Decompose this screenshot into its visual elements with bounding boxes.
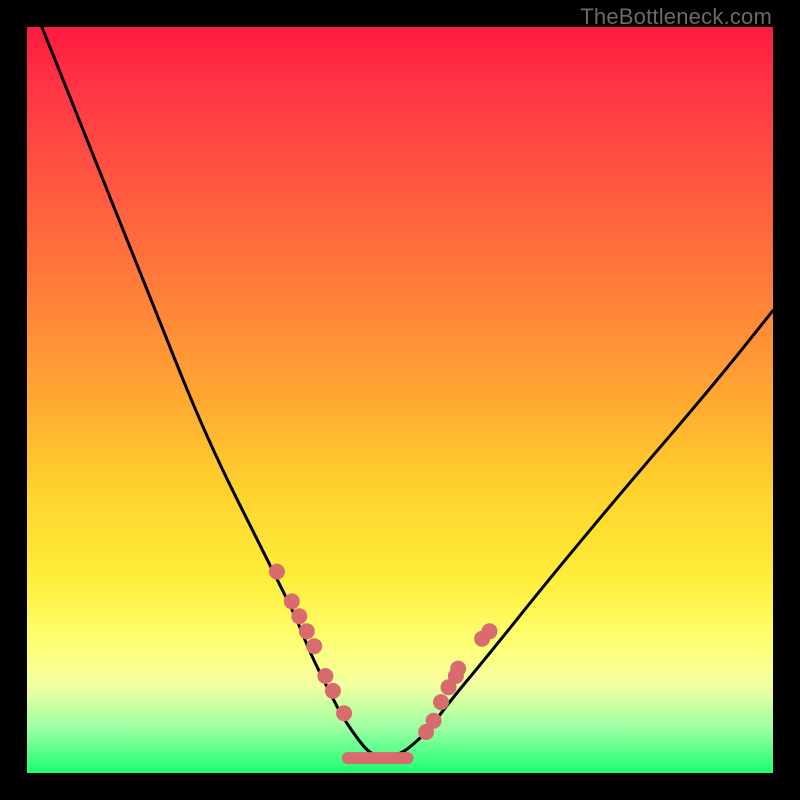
curve-marker-dot bbox=[291, 608, 307, 624]
curve-marker-dot bbox=[450, 661, 466, 677]
curve-marker-dot bbox=[284, 593, 300, 609]
chart-svg bbox=[27, 27, 773, 773]
curve-marker-dot bbox=[299, 623, 315, 639]
curve-marker-dot bbox=[325, 683, 341, 699]
chart-stage: TheBottleneck.com bbox=[0, 0, 800, 800]
curve-marker-dot bbox=[482, 623, 498, 639]
curve-marker-dot bbox=[317, 668, 333, 684]
curve-markers-group bbox=[269, 564, 498, 740]
curve-marker-dot bbox=[426, 713, 442, 729]
plot-area bbox=[27, 27, 773, 773]
curve-marker-dot bbox=[269, 564, 285, 580]
bottleneck-curve bbox=[42, 27, 773, 755]
curve-marker-dot bbox=[433, 694, 449, 710]
curve-marker-dot bbox=[306, 638, 322, 654]
curve-marker-dot bbox=[336, 705, 352, 721]
